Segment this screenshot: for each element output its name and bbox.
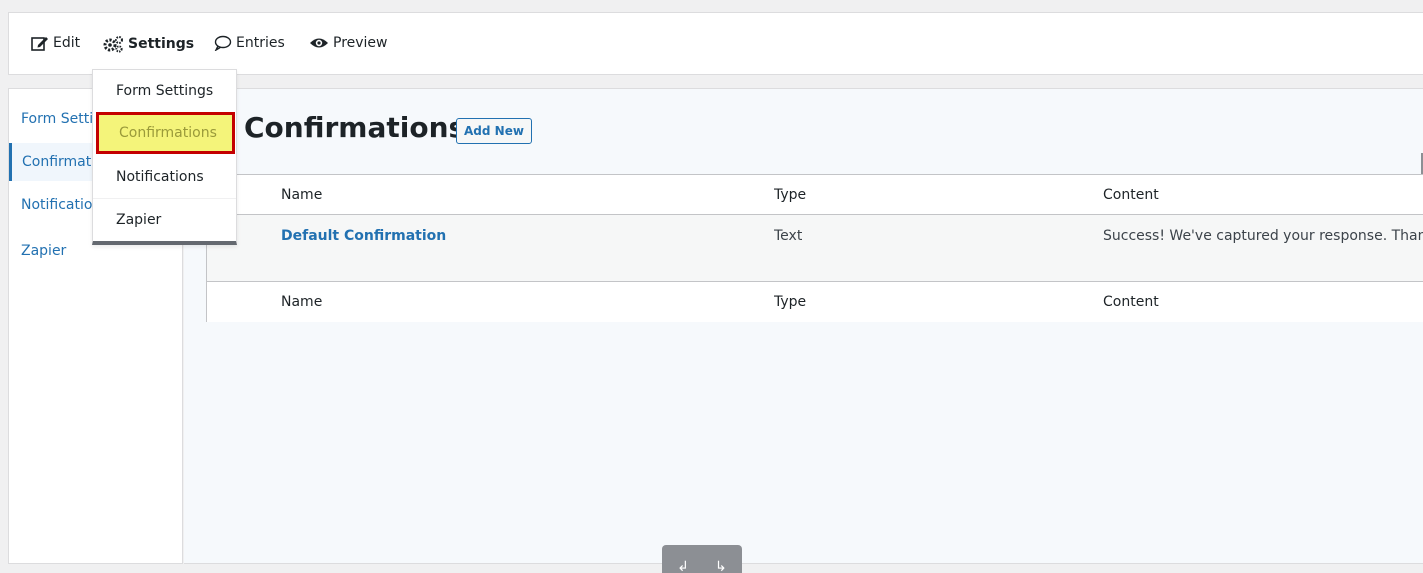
sidebar-item-label: Zapier [21, 243, 67, 259]
comment-icon [214, 35, 232, 51]
menu-item-zapier[interactable]: Zapier [93, 198, 236, 240]
confirmations-table: Name Type Content Default Confirmation T… [206, 174, 1423, 322]
table-footer-row: Name Type Content [207, 282, 1423, 322]
main-content: Confirmations Add New Name Type Content … [184, 88, 1423, 564]
add-new-button[interactable]: Add New [456, 118, 532, 144]
page-title: Confirmations [244, 111, 466, 144]
settings-button[interactable]: Settings [102, 35, 194, 53]
column-header-content[interactable]: Content [1103, 187, 1423, 203]
column-header-type[interactable]: Type [774, 187, 806, 203]
menu-item-label: Notifications [116, 169, 204, 185]
next-arrow-icon[interactable]: ↳ [715, 559, 727, 573]
settings-dropdown-menu: Form Settings Confirmations Notification… [92, 69, 237, 245]
table-header-row: Name Type Content [207, 175, 1423, 215]
preview-button[interactable]: Preview [309, 35, 388, 51]
edit-button[interactable]: Edit [31, 35, 80, 51]
pager-tab[interactable]: ↲ ↳ [662, 545, 742, 573]
column-header-name[interactable]: Name [281, 187, 322, 203]
menu-item-confirmations[interactable]: Confirmations [96, 112, 235, 154]
previous-arrow-icon[interactable]: ↲ [677, 559, 689, 573]
table-row: Default Confirmation Text Success! We've… [207, 215, 1423, 282]
menu-item-label: Form Settings [116, 83, 214, 99]
form-toolbar: Edit Settings Entries Preview [8, 12, 1423, 75]
eye-icon [309, 36, 329, 50]
confirmation-name-link[interactable]: Default Confirmation [281, 228, 446, 244]
menu-item-form-settings[interactable]: Form Settings [93, 70, 236, 112]
settings-label: Settings [128, 36, 195, 52]
gears-icon [102, 35, 124, 53]
confirmation-content: Success! We've captured your response. T… [1103, 228, 1423, 244]
column-footer-type[interactable]: Type [774, 294, 806, 310]
column-footer-name[interactable]: Name [281, 294, 322, 310]
menu-item-label: Confirmations [119, 125, 217, 141]
column-footer-content[interactable]: Content [1103, 294, 1423, 310]
preview-label: Preview [333, 35, 388, 51]
entries-button[interactable]: Entries [214, 35, 285, 51]
edit-label: Edit [53, 35, 81, 51]
confirmation-type: Text [774, 228, 803, 244]
menu-item-notifications[interactable]: Notifications [93, 156, 236, 198]
edit-icon [31, 35, 49, 51]
entries-label: Entries [236, 35, 285, 51]
menu-item-label: Zapier [116, 212, 162, 228]
